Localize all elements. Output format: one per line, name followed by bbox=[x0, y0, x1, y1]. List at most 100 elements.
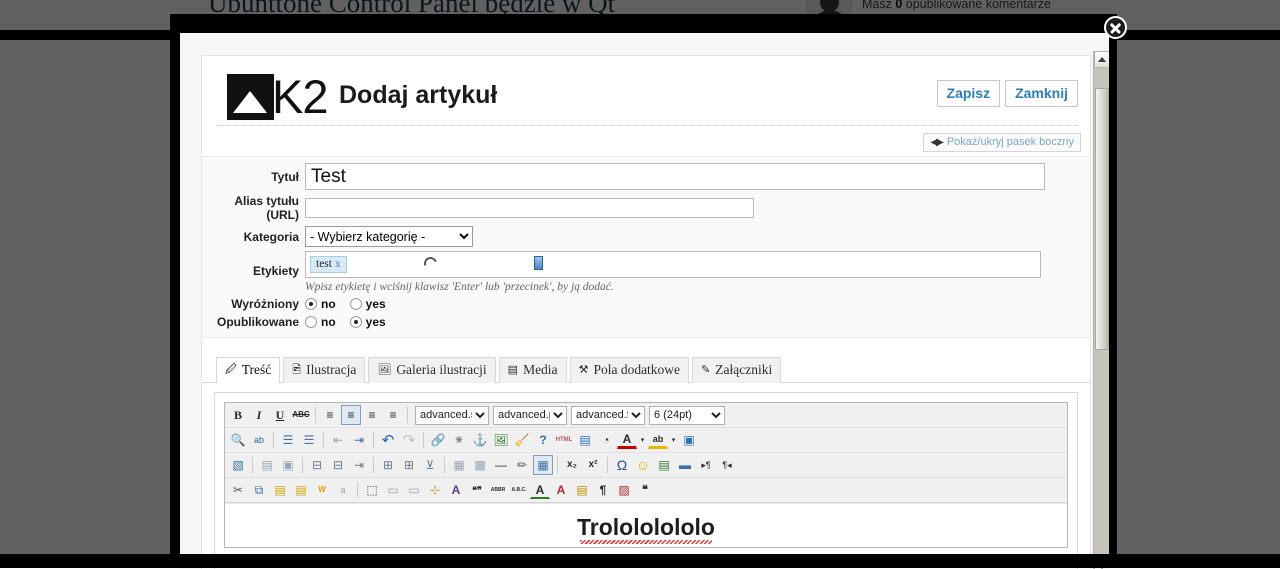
horizontal-rule-icon[interactable]: — bbox=[491, 455, 511, 475]
editor-style-select[interactable]: advanced.st bbox=[415, 406, 489, 425]
undo-icon[interactable]: ↶ bbox=[378, 430, 398, 450]
strikethrough-icon[interactable]: ABC bbox=[291, 405, 311, 425]
rtl-icon[interactable]: ¶◂ bbox=[717, 455, 737, 475]
image-icon[interactable]: 🖼 bbox=[491, 430, 511, 450]
tag-chip[interactable]: testx bbox=[310, 256, 347, 273]
tab-ilustracja[interactable]: 🖻 Ilustracja bbox=[283, 357, 365, 383]
text-color-dropdown-icon[interactable]: ▾ bbox=[638, 430, 647, 450]
align-justify-icon[interactable]: ≡ bbox=[383, 405, 403, 425]
ltr-icon[interactable]: ▸¶ bbox=[696, 455, 716, 475]
acronym-icon[interactable]: A.B.C. bbox=[509, 480, 529, 500]
abbr-icon[interactable]: ABBR bbox=[488, 480, 508, 500]
editor-font-select[interactable]: advanced.fo bbox=[571, 406, 645, 425]
tab-zalaczniki[interactable]: ✎ Załączniki bbox=[692, 357, 781, 383]
scrollbar-up-button[interactable] bbox=[1094, 51, 1109, 68]
link-icon[interactable]: 🔗 bbox=[428, 430, 448, 450]
nonbreaking-icon[interactable]: ▨ bbox=[614, 480, 634, 500]
redo-icon[interactable]: ↷ bbox=[399, 430, 419, 450]
indent-icon[interactable]: ⇥ bbox=[349, 430, 369, 450]
align-left-icon[interactable]: ≡ bbox=[320, 405, 340, 425]
modal-scrollbar[interactable] bbox=[1093, 51, 1109, 569]
delete-row-icon[interactable]: ⇥ bbox=[349, 455, 369, 475]
editor-content-area[interactable]: Trolololololo bbox=[225, 503, 1067, 547]
title-input[interactable] bbox=[305, 163, 1045, 190]
underline-icon[interactable]: U bbox=[270, 405, 290, 425]
select-all-icon[interactable]: a bbox=[333, 480, 353, 500]
background-color-dropdown-icon[interactable]: ▾ bbox=[669, 430, 678, 450]
quote-icon[interactable]: ❝ bbox=[635, 480, 655, 500]
numbered-list-icon[interactable]: ☰ bbox=[299, 430, 319, 450]
delete-col-icon[interactable]: ⊻ bbox=[420, 455, 440, 475]
close-icon[interactable] bbox=[1104, 16, 1127, 39]
media-icon[interactable]: ▤ bbox=[654, 455, 674, 475]
help-icon[interactable]: ? bbox=[533, 430, 553, 450]
tags-input[interactable]: testx bbox=[305, 251, 1041, 278]
visual-aid-icon[interactable]: ⬚ bbox=[362, 480, 382, 500]
published-no-radio[interactable] bbox=[305, 316, 317, 328]
bullet-list-icon[interactable]: ☰ bbox=[278, 430, 298, 450]
tab-pola-dodatkowe[interactable]: ⚒ Pola dodatkowe bbox=[570, 357, 690, 383]
sidebar-toggle-button[interactable]: ◀▶ Pokaż/ukryj pasek boczny bbox=[923, 133, 1081, 152]
special-char-icon[interactable]: Ω bbox=[612, 455, 632, 475]
outdent-icon[interactable]: ⇤ bbox=[328, 430, 348, 450]
readmore-icon[interactable]: ◔ bbox=[596, 430, 616, 450]
scrollbar-thumb[interactable] bbox=[1095, 88, 1109, 350]
subscript-icon[interactable]: x₂ bbox=[562, 455, 582, 475]
show-invisible-icon[interactable]: ¶ bbox=[593, 480, 613, 500]
tag-remove-icon[interactable]: x bbox=[335, 258, 341, 270]
featured-yes-radio[interactable] bbox=[350, 298, 362, 310]
paste-icon[interactable]: ▤ bbox=[270, 480, 290, 500]
replace-icon[interactable]: ab bbox=[249, 430, 269, 450]
tab-galeria-ilustracji[interactable]: 🖼 Galeria ilustracji bbox=[368, 357, 495, 383]
ins-icon[interactable]: A bbox=[530, 482, 550, 499]
italic-icon[interactable]: I bbox=[249, 405, 269, 425]
editor-fontsize-select[interactable]: 6 (24pt) bbox=[649, 406, 725, 425]
category-select[interactable]: - Wybierz kategorię - bbox=[305, 226, 473, 247]
unlink-icon[interactable]: ✷ bbox=[449, 430, 469, 450]
featured-yes-option[interactable]: yes bbox=[350, 297, 386, 311]
row-after-icon[interactable]: ⊟ bbox=[328, 455, 348, 475]
cleanup-icon[interactable]: 🧹 bbox=[512, 430, 532, 450]
split-cells-icon[interactable]: ▦ bbox=[449, 455, 469, 475]
move-layer-icon[interactable]: ▭ bbox=[404, 480, 424, 500]
cut-icon[interactable]: ✂ bbox=[228, 480, 248, 500]
superscript-icon[interactable]: x² bbox=[583, 455, 603, 475]
blockquote-icon[interactable]: ❝❞ bbox=[467, 480, 487, 500]
row-before-icon[interactable]: ⊟ bbox=[307, 455, 327, 475]
alias-input[interactable] bbox=[305, 198, 754, 218]
insert-table-icon[interactable]: ▦ bbox=[533, 455, 553, 475]
featured-no-radio[interactable] bbox=[305, 298, 317, 310]
editor-paragraph-select[interactable]: advanced.pa bbox=[493, 406, 567, 425]
style-props-icon[interactable]: A bbox=[446, 480, 466, 500]
align-center-icon[interactable]: ≡ bbox=[341, 405, 361, 425]
article-icon[interactable]: ▤ bbox=[575, 430, 595, 450]
featured-no-option[interactable]: no bbox=[305, 297, 336, 311]
paste-word-icon[interactable]: W bbox=[312, 480, 332, 500]
text-color-icon[interactable]: A bbox=[617, 432, 637, 449]
align-right-icon[interactable]: ≡ bbox=[362, 405, 382, 425]
background-color-icon[interactable]: ab bbox=[648, 432, 668, 449]
save-button[interactable]: Zapisz bbox=[937, 80, 1001, 107]
layer-icon[interactable]: ▭ bbox=[383, 480, 403, 500]
published-yes-radio[interactable] bbox=[350, 316, 362, 328]
paste-text-icon[interactable]: ▤ bbox=[291, 480, 311, 500]
edit-template-icon[interactable]: ▧ bbox=[228, 455, 248, 475]
fullscreen-icon[interactable]: ▣ bbox=[679, 430, 699, 450]
html-source-icon[interactable]: HTML bbox=[554, 430, 574, 450]
published-yes-option[interactable]: yes bbox=[350, 315, 386, 329]
remove-format-icon[interactable]: ✏ bbox=[512, 455, 532, 475]
merge-cells-icon[interactable]: ▩ bbox=[470, 455, 490, 475]
bold-icon[interactable]: B bbox=[228, 405, 248, 425]
attributes-icon[interactable]: ▤ bbox=[572, 480, 592, 500]
insert-layer-icon[interactable]: ⊹ bbox=[425, 480, 445, 500]
close-button[interactable]: Zamknij bbox=[1005, 80, 1078, 107]
table-cell-props-icon[interactable]: ▣ bbox=[278, 455, 298, 475]
col-before-icon[interactable]: ⊞ bbox=[378, 455, 398, 475]
published-no-option[interactable]: no bbox=[305, 315, 336, 329]
emoticon-icon[interactable]: ☺ bbox=[633, 455, 653, 475]
del-icon[interactable]: A bbox=[551, 480, 571, 500]
tab-tresc[interactable]: 🖉 Treść bbox=[216, 357, 280, 383]
anchor-icon[interactable]: ⚓ bbox=[470, 430, 490, 450]
page-break-icon[interactable]: ▬ bbox=[675, 455, 695, 475]
col-after-icon[interactable]: ⊞ bbox=[399, 455, 419, 475]
